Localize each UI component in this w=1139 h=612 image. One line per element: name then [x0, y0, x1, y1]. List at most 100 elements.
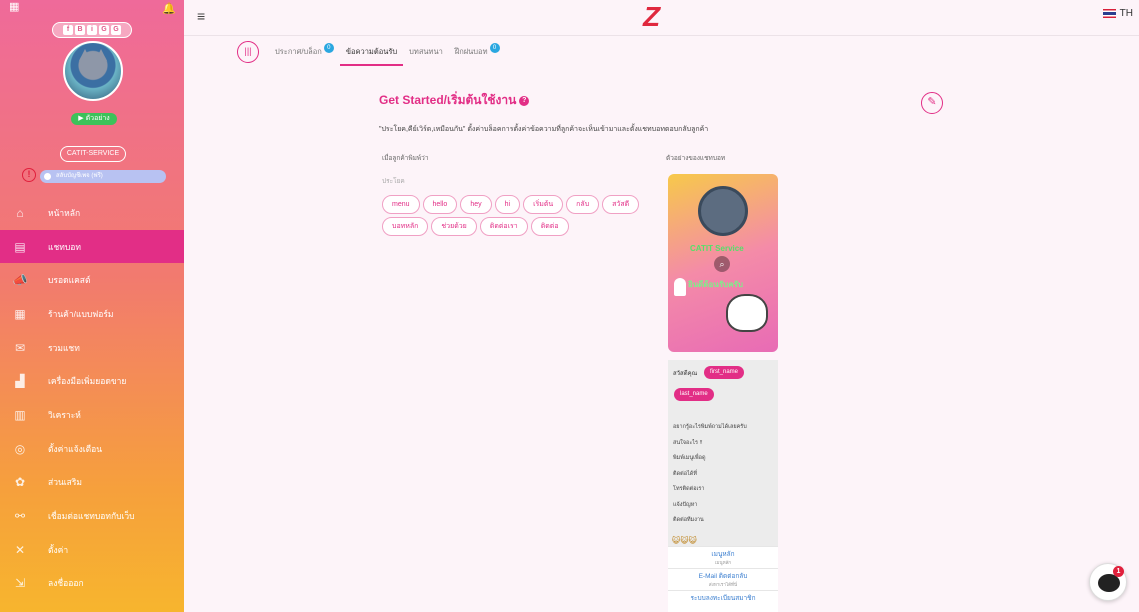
message-text: อยากรู้อะไรพิมพ์ถามได้เลยครับ สนใจอะไร !… [673, 424, 747, 523]
sidebar-item-settings[interactable]: ✕ ตั้งค่า [0, 533, 184, 567]
keyword-chip[interactable]: hey [460, 195, 492, 214]
preview-image[interactable]: CATIT Service ⌕ ยินดีต้อนรับครับ [668, 174, 778, 352]
tab-announcement[interactable]: ประกาศ/บล็อก 0 [269, 38, 340, 66]
keyword-chips: menu hello hey hi เริ่มต้น กลับ สวัสดี บ… [382, 195, 648, 236]
preview-buttons: เมนูหลัก เมนูหลัก E-Mail ติดต่อกลับ ส่งหาเ… [668, 546, 778, 612]
preview-button[interactable]: ระบบลงทะเบียนสมาชิก [668, 590, 778, 612]
bell-icon[interactable]: 🔔 [162, 2, 176, 15]
hamburger-menu-icon[interactable]: ≡ [197, 8, 205, 24]
zoom-icon[interactable]: ⌕ [714, 256, 730, 272]
preview-button-label: E-Mail ติดต่อกลับ [698, 573, 748, 580]
keyword-chip[interactable]: บอทหลัก [382, 217, 429, 236]
status-badge[interactable]: ▶ ตัวอย่าง [71, 113, 117, 125]
sidebar-item-label: ส่วนเสริม [48, 477, 83, 488]
variable-last-name: last_name [674, 388, 714, 401]
sidebar-item-notifications[interactable]: ◎ ตั้งค่าแจ้งเตือน [0, 432, 184, 466]
avatar[interactable] [63, 41, 123, 101]
sidebar-item-label: บรอดแคสต์ [48, 275, 91, 286]
keyword-chip[interactable]: ช่วยด้วย [431, 217, 477, 236]
logo[interactable]: Z [643, 2, 660, 32]
sidebar-item-web-connect[interactable]: ⚯ เชื่อมต่อแชทบอทกับเว็บ [0, 499, 184, 533]
page-description: "ประโยค,คีย์เวิร์ด,เหมือนกัน" ตั้งค่าบล็… [379, 126, 709, 133]
addon-icon: ✿ [14, 475, 26, 490]
badge-icon: G [111, 25, 121, 35]
tab-label: บทสนทนา [409, 47, 443, 56]
preview-button-label: ระบบลงทะเบียนสมาชิก [690, 595, 756, 602]
analytics-icon: ▥ [14, 407, 26, 422]
keyword-chip[interactable]: ติดต่อเรา [479, 217, 528, 236]
language-switcher[interactable]: TH [1102, 8, 1133, 19]
keyword-chip[interactable]: hi [494, 195, 521, 214]
sidebar-item-logout[interactable]: ⇲ ลงชื่อออก [0, 567, 184, 601]
preview-button[interactable]: E-Mail ติดต่อกลับ ส่งหาเราได้ที่นี่ [668, 568, 778, 590]
keyword-chip[interactable]: menu [382, 195, 420, 214]
tab-label: ประกาศ/บล็อก [275, 47, 322, 56]
customer-input-label: เมื่อลูกค้าพิมพ์ว่า [382, 155, 429, 162]
tools-icon: ▟ [15, 374, 25, 389]
sidebar-item-label: เชื่อมต่อแชทบอทกับเว็บ [48, 511, 135, 522]
language-code: TH [1119, 8, 1133, 19]
tab-train-bot[interactable]: ฝึกฝนบอท 0 [449, 38, 506, 66]
sidebar-item-label: ตั้งค่า [48, 544, 69, 555]
switch-label: สลับบัญชีเพจ (ฟรี) [56, 173, 103, 179]
grid-toggle-icon[interactable]: ||| [237, 41, 259, 63]
link-icon: ⚯ [14, 509, 26, 524]
sidebar-item-addons[interactable]: ✿ ส่วนเสริม [0, 466, 184, 500]
sidebar-item-tools[interactable]: ▟ เครื่องมือเพิ่มยอดขาย [0, 364, 184, 398]
shop-icon: ▦ [14, 306, 26, 321]
keyword-chip[interactable]: เริ่มต้น [523, 195, 564, 214]
sidebar-item-label: หน้าหลัก [48, 207, 81, 218]
switch-page-toggle[interactable]: สลับบัญชีเพจ (ฟรี) [40, 170, 166, 183]
sidebar-item-inbox[interactable]: ✉ รวมแชท [0, 331, 184, 365]
keyword-chip[interactable]: กลับ [566, 195, 600, 214]
sidebar-item-label: ตั้งค่าแจ้งเตือน [48, 443, 103, 454]
sidebar-item-chatbot[interactable]: ▤ แชทบอท [0, 229, 184, 264]
logout-icon: ⇲ [14, 576, 26, 591]
cat-face-icon [726, 294, 768, 332]
sidebar-item-label: เครื่องมือเพิ่มยอดขาย [48, 376, 127, 387]
apps-grid-icon[interactable]: ▦ [9, 2, 20, 13]
keywords-label: ประโยค [382, 178, 405, 185]
notification-badge: 1 [1113, 566, 1124, 577]
top-bar: ≡ Z TH [184, 0, 1139, 36]
tab-badge: 0 [489, 43, 500, 53]
sidebar-item-shop[interactable]: ▦ ร้านค้า/แบบฟอร์ม [0, 297, 184, 331]
inbox-icon: ✉ [14, 340, 26, 355]
chat-support-button[interactable]: 1 [1089, 563, 1127, 601]
settings-icon: ✕ [14, 542, 26, 557]
chat-icon: ▤ [14, 239, 26, 254]
keyword-chip[interactable]: hello [422, 195, 458, 214]
sidebar-item-home[interactable]: ⌂ หน้าหลัก [0, 196, 184, 230]
badge-icon: G [99, 25, 109, 35]
image-title: CATIT Service [690, 244, 744, 253]
tab-conversation[interactable]: บทสนทนา [403, 38, 449, 66]
keyword-chip[interactable]: สวัสดี [602, 195, 640, 214]
thai-flag-icon [1102, 9, 1116, 18]
alert-icon[interactable]: ! [22, 168, 36, 182]
emoji-row: 😺😺😺 [672, 536, 698, 545]
help-icon[interactable]: ? [519, 95, 530, 106]
chatbot-preview: CATIT Service ⌕ ยินดีต้อนรับครับ สวัสดีค… [668, 174, 778, 612]
tab-badge: 0 [323, 43, 334, 53]
broadcast-icon: 📣 [12, 273, 28, 288]
page-title: Get Started/เริ่มต้นใช้งาน? [379, 91, 530, 110]
sidebar-item-analytics[interactable]: ▥ วิเคราะห์ [0, 398, 184, 432]
sidebar-menu: ⌂ หน้าหลัก ▤ แชทบอท 📣 บรอดแคสต์ ▦ ร้านค้า/แบ… [0, 196, 184, 600]
preview-button-sub: เมนูหลัก [714, 560, 732, 565]
variable-first-name: first_name [704, 366, 745, 379]
tab-welcome-message[interactable]: ข้อความต้อนรับ [339, 38, 404, 66]
content-tabs: ||| ประกาศ/บล็อก 0 ข้อความต้อนรับ บทสนทนา… [237, 38, 506, 66]
keyword-chip[interactable]: ติดต่อ [530, 217, 569, 236]
cat-mascot-icon [698, 186, 748, 236]
sidebar-item-label: ร้านค้า/แบบฟอร์ม [48, 308, 114, 319]
sidebar-item-label: วิเคราะห์ [48, 409, 81, 420]
social-badges: f B i G G [52, 22, 132, 38]
tab-label: ฝึกฝนบอท [454, 47, 488, 56]
preview-button[interactable]: เมนูหลัก เมนูหลัก [668, 546, 778, 568]
sidebar-item-broadcast[interactable]: 📣 บรอดแคสต์ [0, 263, 184, 297]
page-name-badge: CATIT-SERVICE [60, 146, 126, 162]
tab-label: ข้อความต้อนรับ [345, 47, 398, 56]
sidebar-item-label: แชทบอท [48, 241, 81, 252]
preview-message: สวัสดีคุณ first_name last_name อยากรู้อะ… [668, 360, 778, 612]
edit-button[interactable]: ✎ [921, 92, 943, 114]
